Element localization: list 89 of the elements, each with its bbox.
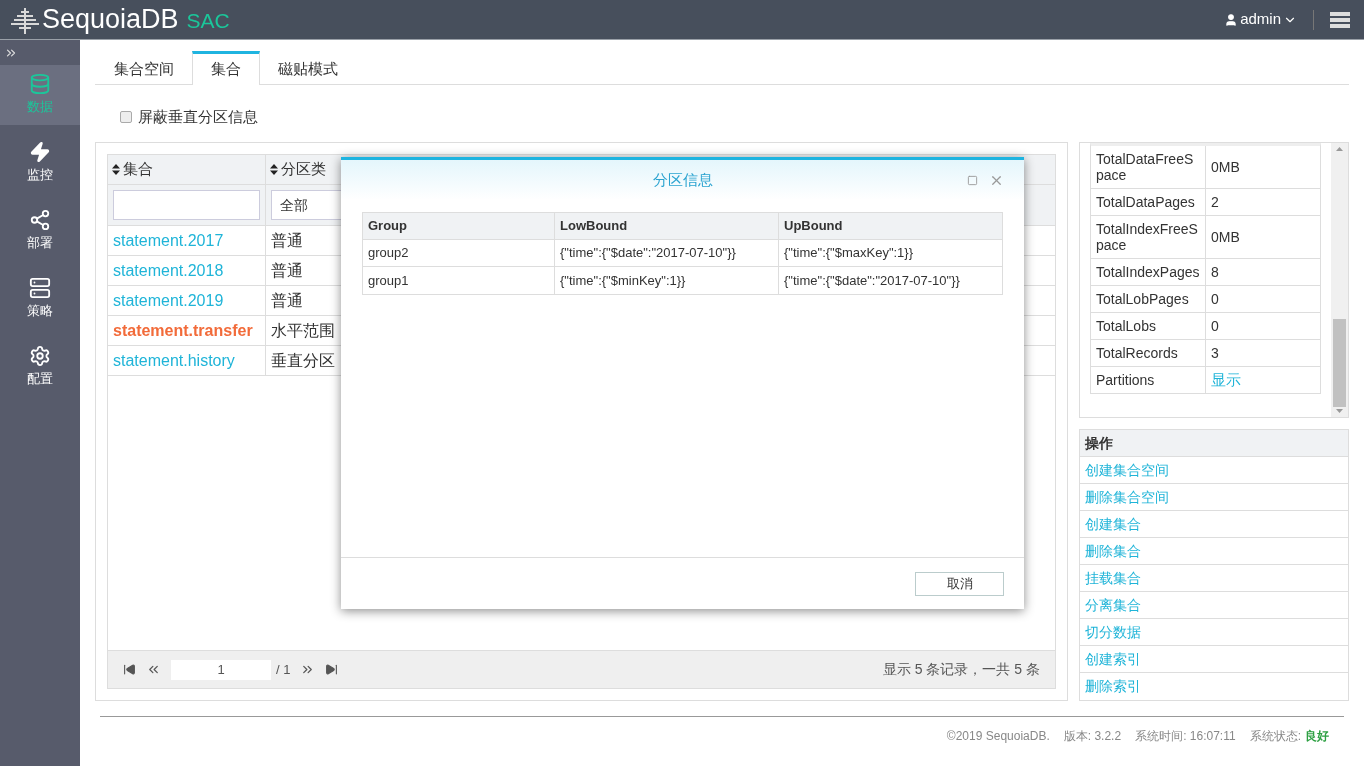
record-summary: 显示 5 条记录，一共 5 条 — [882, 660, 1040, 679]
scroll-up-icon[interactable] — [1336, 147, 1343, 151]
cancel-button[interactable]: 取消 — [915, 571, 1004, 596]
property-value: 0 — [1210, 317, 1220, 336]
gear-icon — [29, 345, 51, 368]
property-value: 0MB — [1210, 228, 1241, 247]
system-time: 系统时间: 16:07:11 — [1135, 728, 1236, 745]
database-icon — [29, 73, 51, 96]
server-icon — [29, 277, 51, 300]
table-cell-text: 普通 — [270, 290, 304, 311]
table-cell: {"time":{"$minKey":1}} — [555, 267, 779, 294]
sort-icon — [270, 164, 278, 175]
operation-link[interactable]: 创建集合空间 — [1085, 459, 1169, 481]
status-value: 良好 — [1305, 728, 1329, 745]
property-name: TotalRecords — [1091, 340, 1206, 366]
collection-link[interactable]: statement.transfer — [108, 316, 266, 345]
tree-logo-icon — [10, 5, 40, 34]
scroll-thumb[interactable] — [1333, 319, 1346, 407]
page-input[interactable]: 1 — [171, 659, 271, 680]
copyright-text: ©2019 SequoiaDB. — [946, 728, 1050, 745]
sidebar-item[interactable]: 配置 — [0, 337, 80, 397]
first-page-icon[interactable] — [123, 663, 136, 676]
table-cell: {"time":{"$date":"2017-07-10"}} — [555, 240, 779, 266]
operations-title: 操作 — [1080, 430, 1348, 457]
column-header: LowBound — [555, 213, 779, 239]
table-cell-text: {"time":{"$maxKey":1}} — [783, 244, 915, 263]
table-cell: group2 — [363, 240, 555, 266]
collection-link[interactable]: statement.2017 — [108, 226, 266, 255]
property-value: 0 — [1210, 290, 1220, 309]
property-value: 3 — [1210, 344, 1220, 363]
dialog-title: 分区信息 — [652, 169, 713, 190]
operation-link[interactable]: 挂载集合 — [1085, 567, 1141, 589]
property-value: 0MB — [1210, 158, 1241, 177]
column-header[interactable]: 分区类 — [281, 158, 326, 181]
logo-text: SequoiaDB — [42, 3, 179, 37]
show-link[interactable]: 显示 — [1206, 367, 1320, 393]
property-name: TotalLobs — [1091, 313, 1206, 339]
tab[interactable]: 集合 — [192, 51, 260, 85]
table-cell-text: 普通 — [270, 230, 304, 251]
scrollbar[interactable] — [1331, 143, 1348, 417]
product-name: SAC — [186, 8, 230, 35]
operation-link[interactable]: 删除集合空间 — [1085, 486, 1169, 508]
menu-button[interactable] — [1330, 11, 1350, 28]
maximize-icon[interactable] — [967, 175, 978, 186]
user-menu[interactable]: admin — [1224, 8, 1297, 31]
operation-link[interactable]: 创建集合 — [1085, 513, 1141, 535]
tab[interactable]: 集合空间 — [96, 51, 192, 84]
property-value: 2 — [1210, 193, 1220, 212]
property-name: TotalIndexPages — [1091, 259, 1206, 285]
operation-link[interactable]: 分离集合 — [1085, 594, 1141, 616]
user-icon — [1224, 12, 1239, 27]
status-label: 系统状态: — [1249, 728, 1301, 745]
sidebar-item[interactable]: 监控 — [0, 133, 80, 193]
sidebar-item[interactable]: 数据 — [0, 65, 80, 125]
checkbox[interactable] — [120, 111, 132, 123]
table-cell-text: 普通 — [270, 260, 304, 281]
operation-link[interactable]: 创建索引 — [1085, 648, 1141, 670]
table-cell-text: {"time":{"$date":"2017-07-10"}} — [783, 271, 961, 290]
property-name: Partitions — [1091, 367, 1206, 393]
column-header: Group — [363, 213, 555, 239]
sort-icon — [112, 164, 120, 175]
column-header: UpBound — [783, 217, 844, 236]
table-cell: group1 — [363, 267, 555, 294]
scroll-down-icon[interactable] — [1336, 409, 1343, 413]
filter-input[interactable] — [113, 190, 260, 220]
property-name: TotalIndexFreeSpace — [1091, 216, 1206, 258]
collection-link[interactable]: statement.2018 — [108, 256, 266, 285]
property-value: 8 — [1210, 263, 1220, 282]
sidebar-item[interactable]: 部署 — [0, 201, 80, 261]
bolt-icon — [29, 141, 51, 164]
property-name: TotalDataPages — [1091, 189, 1206, 215]
close-icon[interactable] — [989, 173, 1004, 188]
share-icon — [29, 209, 51, 232]
sidebar-item[interactable]: 策略 — [0, 269, 80, 329]
checkbox-label: 屏蔽垂直分区信息 — [138, 106, 258, 127]
column-header[interactable]: 集合 — [123, 158, 153, 181]
version-text: 版本: 3.2.2 — [1063, 728, 1122, 745]
property-name: TotalDataFreeSpace — [1091, 146, 1206, 188]
operation-link[interactable]: 删除索引 — [1085, 676, 1141, 697]
collection-link[interactable]: statement.2019 — [108, 286, 266, 315]
page-total: / 1 — [276, 660, 291, 679]
collection-link[interactable]: statement.history — [108, 346, 266, 375]
operation-link[interactable]: 切分数据 — [1085, 621, 1141, 643]
tab[interactable]: 磁贴模式 — [260, 51, 356, 84]
operation-link[interactable]: 删除集合 — [1085, 540, 1141, 562]
property-name: TotalLobPages — [1091, 286, 1206, 312]
last-page-icon[interactable] — [325, 663, 339, 676]
table-cell-text: 垂直分区 — [270, 350, 336, 371]
table-cell-text: 水平范围 — [270, 320, 336, 341]
